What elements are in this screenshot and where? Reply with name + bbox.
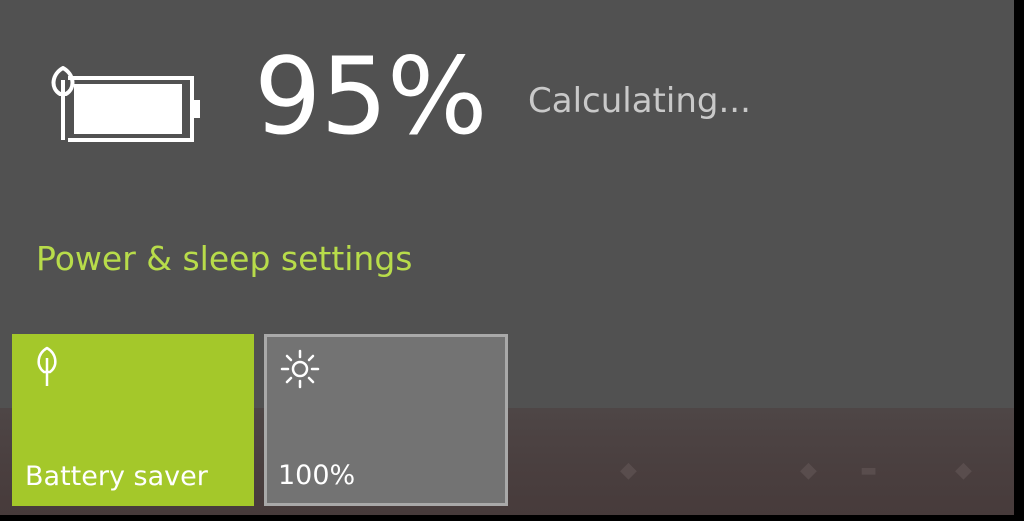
battery-saver-label: Battery saver <box>25 461 208 492</box>
brightness-button[interactable]: 100% <box>264 334 508 506</box>
battery-saver-button[interactable]: Battery saver <box>12 334 254 506</box>
faint-taskbar-glyph: ▬ <box>860 460 878 481</box>
brightness-label: 100% <box>278 460 356 491</box>
battery-flyout: ◆ ◆ ▬ ◆ 95% Calculating... Power & sleep… <box>0 0 1014 515</box>
faint-taskbar-glyph: ◆ <box>620 458 637 483</box>
power-sleep-settings-link[interactable]: Power & sleep settings <box>36 242 413 275</box>
battery-saver-icon <box>51 66 200 142</box>
faint-taskbar-glyph: ◆ <box>955 458 972 483</box>
faint-taskbar-glyph: ◆ <box>800 458 817 483</box>
battery-time-remaining: Calculating... <box>528 81 751 121</box>
battery-percentage: 95% <box>254 35 488 158</box>
brightness-icon <box>280 349 320 389</box>
leaf-icon <box>37 346 57 386</box>
